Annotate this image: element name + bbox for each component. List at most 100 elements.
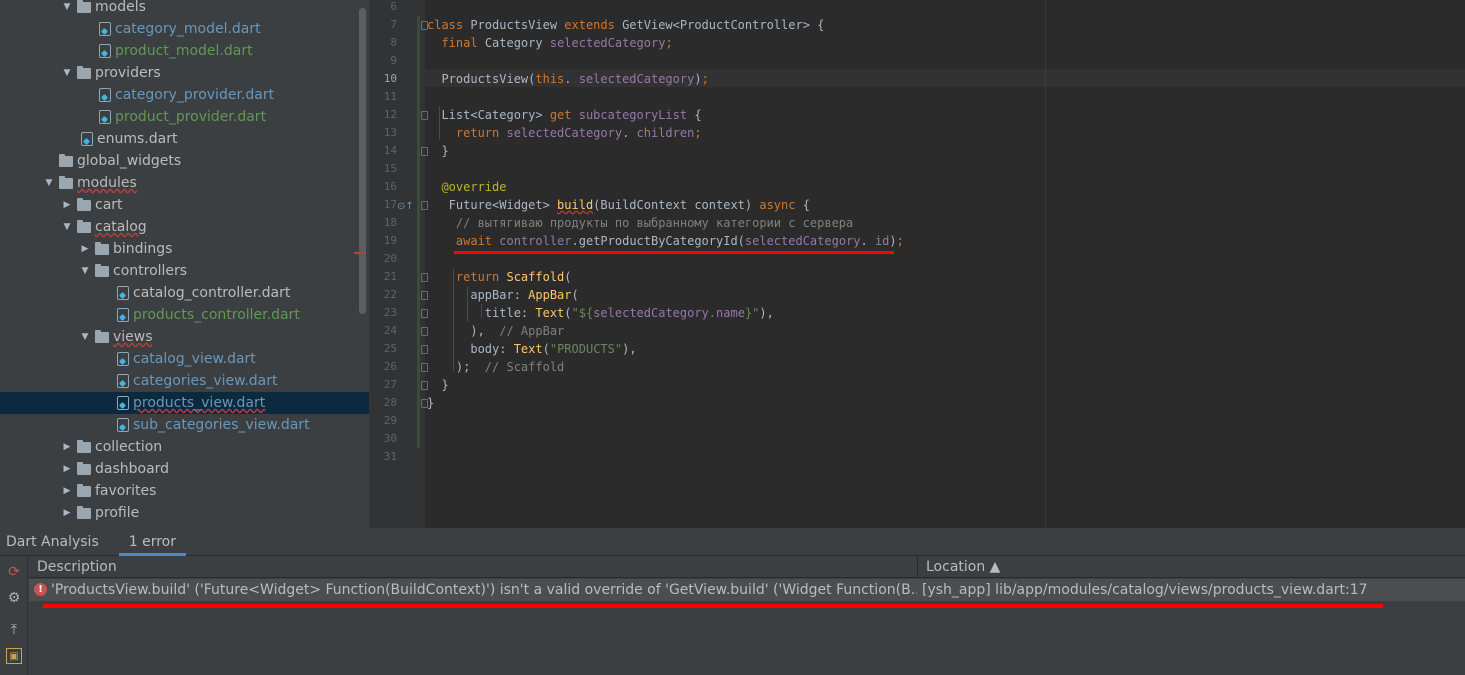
chevron-right-icon[interactable]: ▶ (60, 464, 74, 474)
chevron-down-icon[interactable]: ▼ (78, 266, 92, 276)
tab-errors[interactable]: 1 error (118, 528, 187, 556)
code-line[interactable]: List<Category> get subcategoryList { (427, 106, 701, 124)
vcs-change-marker[interactable] (417, 52, 420, 70)
chevron-down-icon[interactable]: ▼ (60, 2, 74, 12)
tree-file[interactable]: sub_categories_view.dart (0, 414, 369, 436)
code-line[interactable]: ProductsView(this. selectedCategory); (427, 70, 708, 88)
chevron-right-icon[interactable]: ▶ (60, 200, 74, 210)
tree-file[interactable]: category_model.dart (0, 18, 369, 40)
chevron-right-icon[interactable]: ▶ (60, 508, 74, 518)
vcs-change-marker[interactable] (417, 286, 420, 304)
tree-folder[interactable]: global_widgets (0, 150, 369, 172)
settings-icon[interactable]: ⚙ (6, 590, 22, 606)
column-location[interactable]: Location ▲ (926, 556, 1000, 578)
chevron-right-icon[interactable]: ▶ (60, 442, 74, 452)
vcs-change-marker[interactable] (417, 178, 420, 196)
line-number: 11 (383, 90, 397, 103)
tree-folder[interactable]: ▼ catalog (0, 216, 369, 238)
vcs-change-marker[interactable] (417, 106, 420, 124)
vcs-change-marker[interactable] (417, 250, 420, 268)
vcs-change-marker[interactable] (417, 88, 420, 106)
code-line[interactable]: await controller.getProductByCategoryId(… (427, 232, 904, 250)
code-line[interactable]: // вытягиваю продукты по выбранному кате… (427, 214, 853, 232)
vcs-change-marker[interactable] (417, 268, 420, 286)
code-area[interactable]: class ProductsView extends GetView<Produ… (425, 0, 1465, 528)
code-line[interactable]: title: Text("${selectedCategory.name}"), (427, 304, 774, 322)
vcs-change-marker[interactable] (417, 16, 420, 34)
tree-folder[interactable]: ▼ models (0, 0, 369, 18)
tree-file[interactable]: category_provider.dart (0, 84, 369, 106)
tree-folder[interactable]: ▶ profile (0, 502, 369, 524)
tree-folder[interactable]: ▶ cart (0, 194, 369, 216)
code-token: Category (484, 36, 550, 50)
code-line[interactable]: ); // Scaffold (427, 358, 564, 376)
layout-icon[interactable]: ▣ (6, 648, 22, 664)
tree-file[interactable]: product_provider.dart (0, 106, 369, 128)
tree-folder[interactable]: ▼ providers (0, 62, 369, 84)
code-line[interactable]: } (427, 394, 434, 412)
chevron-down-icon[interactable]: ▼ (42, 178, 56, 188)
tree-file[interactable]: catalog_view.dart (0, 348, 369, 370)
tree-scrollbar[interactable] (359, 8, 366, 314)
tree-file[interactable]: product_model.dart (0, 40, 369, 62)
vcs-change-marker[interactable] (417, 214, 420, 232)
refresh-icon[interactable]: ⟳ (6, 564, 22, 580)
vcs-change-marker[interactable] (417, 376, 420, 394)
tree-folder[interactable]: ▶ bindings (0, 238, 369, 260)
tree-folder[interactable]: ▶ dashboard (0, 458, 369, 480)
tree-file[interactable]: categories_view.dart (0, 370, 369, 392)
tree-file[interactable]: products_controller.dart (0, 304, 369, 326)
code-line[interactable]: appBar: AppBar( (427, 286, 578, 304)
chevron-right-icon[interactable]: ▶ (60, 486, 74, 496)
tree-folder[interactable]: ▼ views (0, 326, 369, 348)
vcs-change-marker[interactable] (417, 160, 420, 178)
line-number: 12 (383, 108, 397, 121)
tree-folder[interactable]: ▼ modules (0, 172, 369, 194)
vcs-change-marker[interactable] (417, 358, 420, 376)
code-line[interactable]: } (427, 142, 448, 160)
vcs-change-marker[interactable] (417, 142, 420, 160)
chevron-down-icon[interactable]: ▼ (60, 68, 74, 78)
code-token: selectedCategory (578, 72, 695, 86)
tree-folder[interactable]: ▼ controllers (0, 260, 369, 282)
issue-location[interactable]: [ysh_app] lib/app/modules/catalog/views/… (922, 579, 1368, 601)
code-line[interactable]: } (427, 376, 448, 394)
vcs-change-marker[interactable] (417, 340, 420, 358)
tree-file[interactable]: catalog_controller.dart (0, 282, 369, 304)
code-line[interactable]: @override (427, 178, 506, 196)
code-line[interactable]: ), // AppBar (427, 322, 564, 340)
tree-folder[interactable]: ▶ collection (0, 436, 369, 458)
tree-item-label: profile (95, 505, 140, 521)
vcs-change-marker[interactable] (417, 34, 420, 52)
code-line[interactable]: class ProductsView extends GetView<Produ… (427, 16, 824, 34)
chevron-down-icon[interactable]: ▼ (78, 332, 92, 342)
tree-folder[interactable]: ▶ favorites (0, 480, 369, 502)
pin-icon[interactable]: ⤒ (6, 622, 22, 638)
vcs-change-marker[interactable] (417, 430, 420, 448)
code-line[interactable]: body: Text("PRODUCTS"), (427, 340, 636, 358)
tree-error-mark (354, 252, 366, 254)
code-token: GetView<ProductController> { (622, 18, 825, 32)
vcs-change-marker[interactable] (417, 70, 420, 88)
tree-file[interactable]: enums.dart (0, 128, 369, 150)
vcs-change-marker[interactable] (417, 124, 420, 142)
vcs-change-marker[interactable] (417, 232, 420, 250)
vcs-change-marker[interactable] (417, 394, 420, 412)
vcs-change-marker[interactable] (417, 304, 420, 322)
code-line[interactable]: Future<Widget> build(BuildContext contex… (427, 196, 810, 214)
code-line[interactable]: return Scaffold( (427, 268, 572, 286)
column-description[interactable]: Description (37, 556, 117, 578)
code-line[interactable]: final Category selectedCategory; (427, 34, 672, 52)
vcs-change-marker[interactable] (417, 412, 420, 430)
column-separator[interactable] (917, 556, 918, 578)
issue-row[interactable]: ! 'ProductsView.build' ('Future<Widget> … (29, 579, 1465, 601)
chevron-right-icon[interactable]: ▶ (78, 244, 92, 254)
tree-file[interactable]: products_view.dart (0, 392, 369, 414)
override-icon[interactable]: ⊙↑ (397, 201, 414, 212)
code-editor[interactable]: 6 7 8 9 10 11 12 13 14 15 16 17 18 19 20 21 22 23 24 25 26 27… (369, 0, 1465, 528)
code-line[interactable]: return selectedCategory. children; (427, 124, 702, 142)
chevron-down-icon[interactable]: ▼ (60, 222, 74, 232)
vcs-change-marker[interactable] (417, 196, 420, 214)
vcs-change-marker[interactable] (417, 322, 420, 340)
code-token: .getProductByCategoryId( (571, 234, 745, 248)
